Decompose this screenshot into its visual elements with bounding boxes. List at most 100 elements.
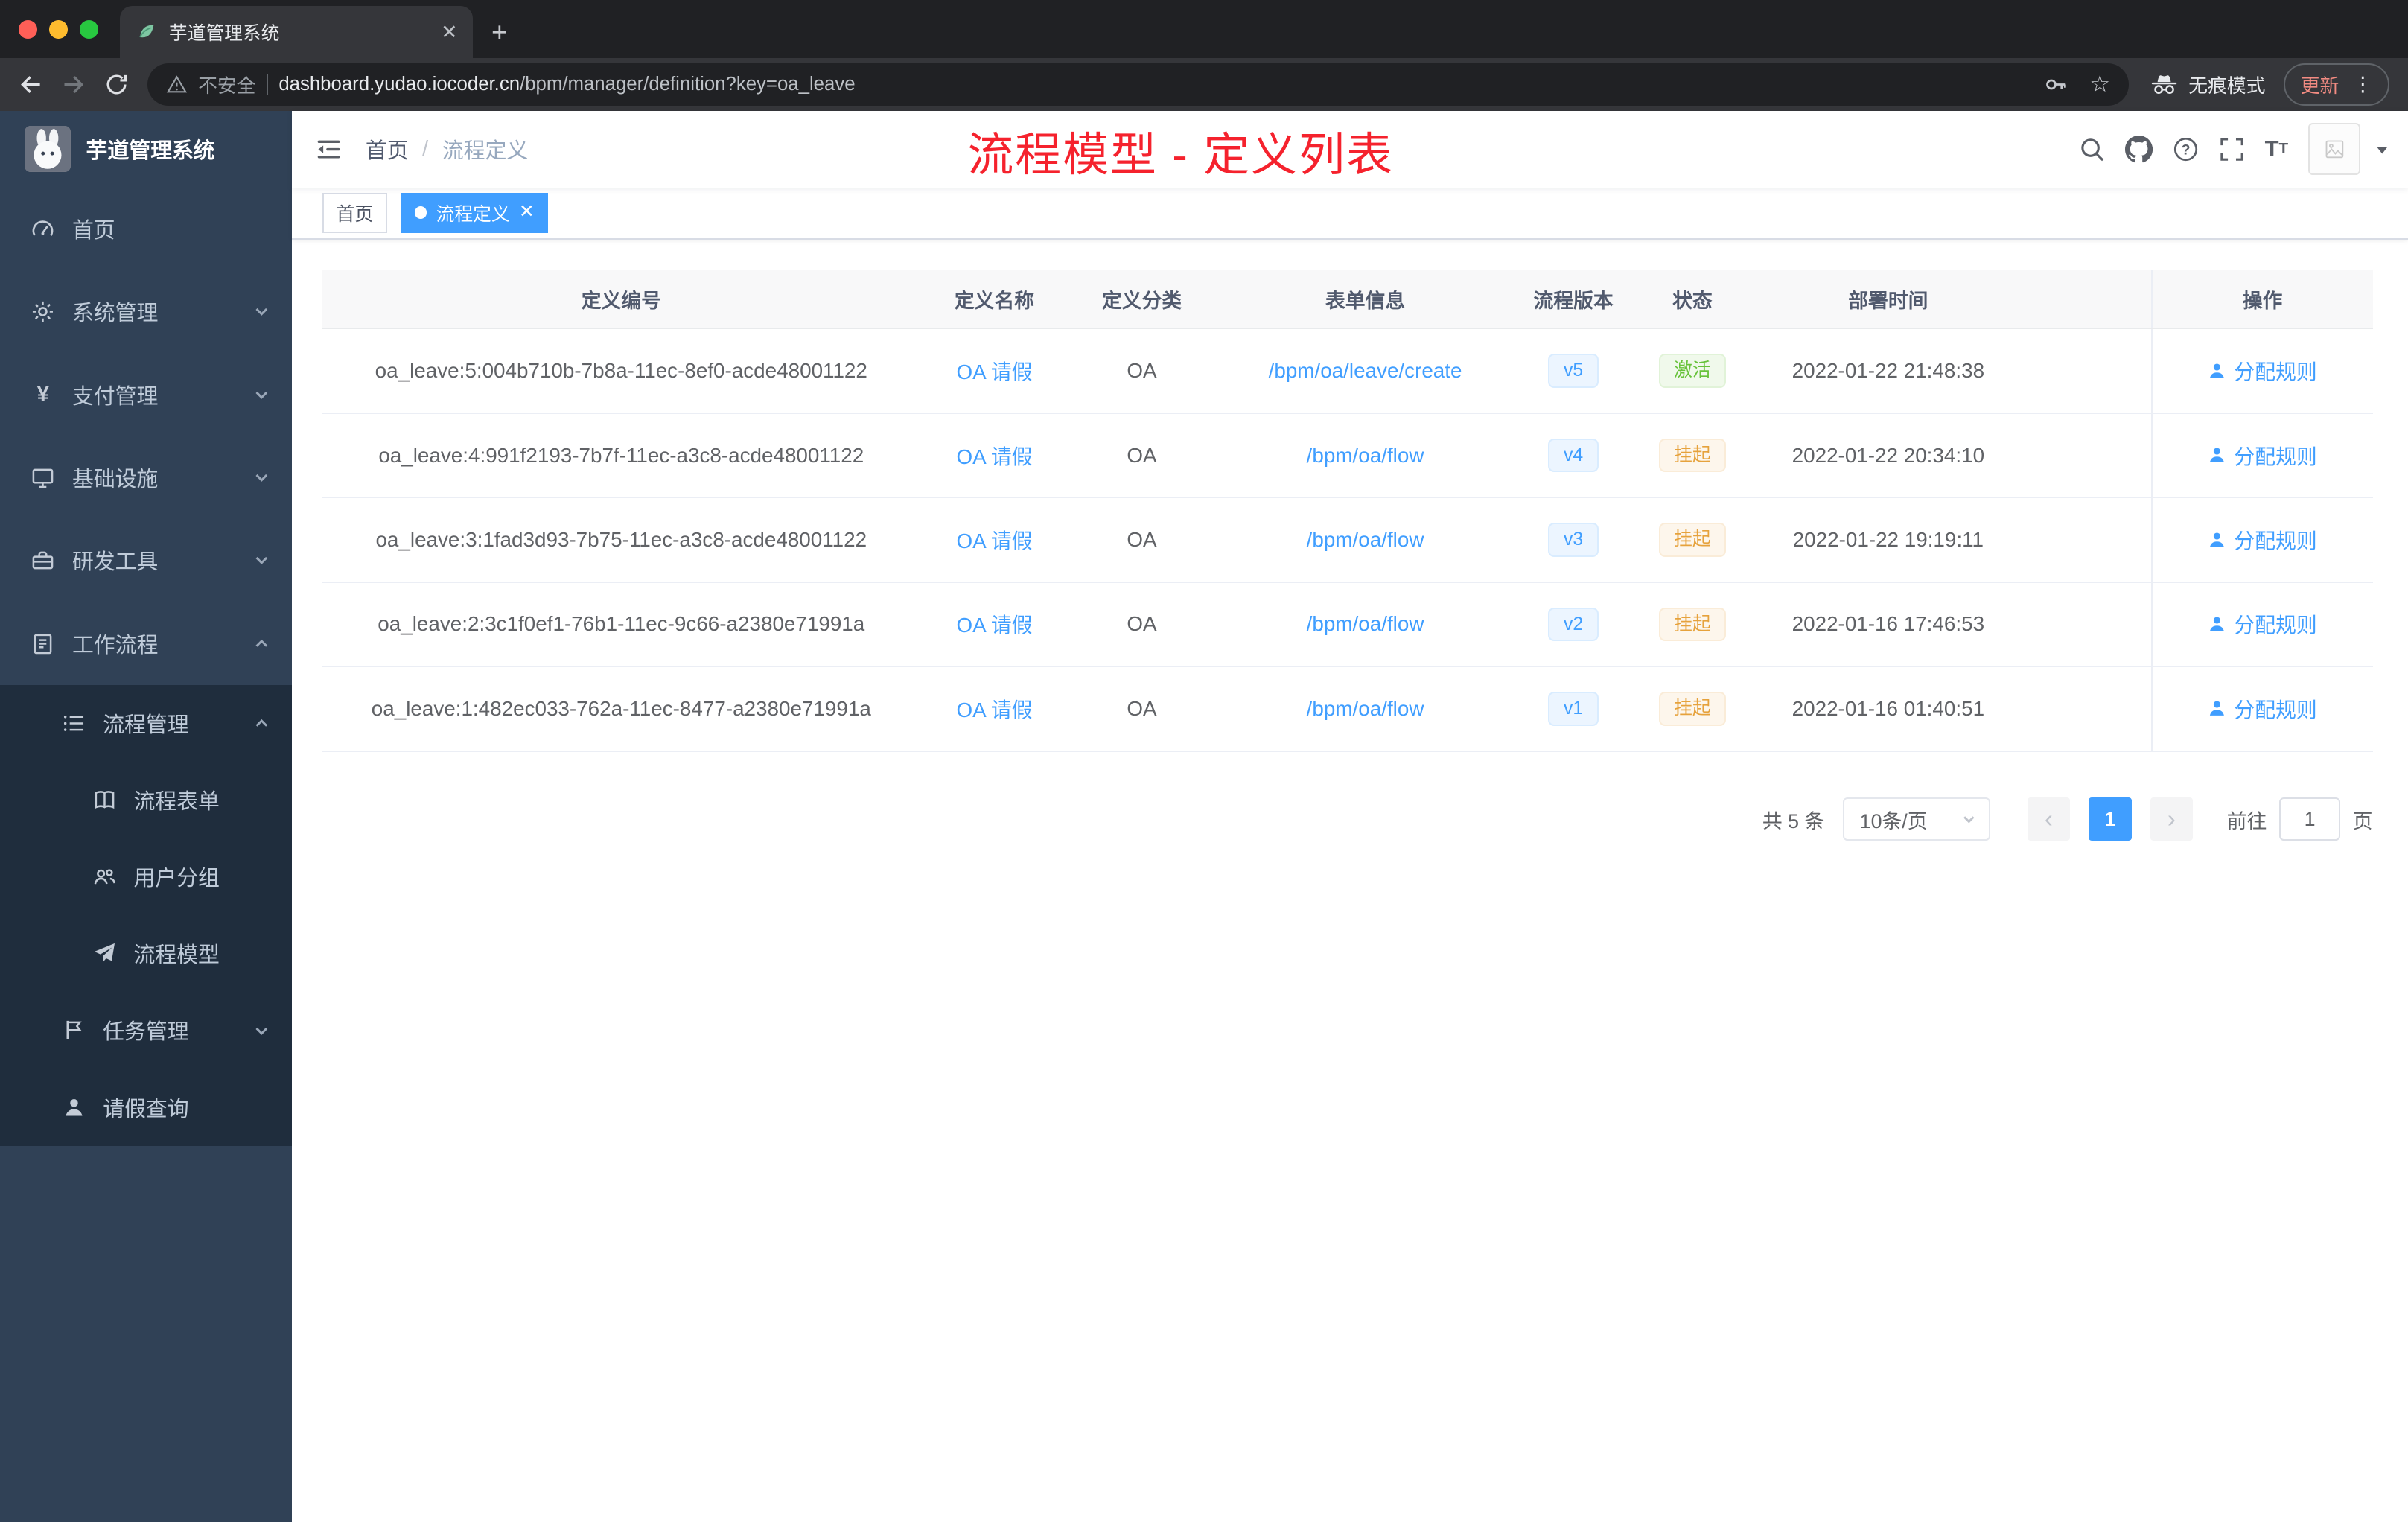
flag-icon: [62, 1019, 86, 1042]
bookmark-star-icon[interactable]: ☆: [2089, 71, 2110, 98]
sidebar-item-user-group[interactable]: 用户分组: [0, 838, 292, 915]
reload-button[interactable]: [95, 63, 138, 106]
definition-name-link[interactable]: OA 请假: [956, 698, 1032, 722]
version-badge: v3: [1548, 523, 1599, 557]
fullscreen-icon[interactable]: [2219, 136, 2245, 162]
back-button[interactable]: [9, 63, 52, 106]
url-bar[interactable]: 不安全 dashboard.yudao.iocoder.cn/bpm/manag…: [147, 63, 2129, 106]
goto-page-input[interactable]: [2278, 797, 2341, 841]
tag-home[interactable]: 首页: [322, 192, 387, 233]
sidebar-item-leave-query[interactable]: 请假查询: [0, 1069, 292, 1146]
cell-category: OA: [1068, 666, 1215, 752]
form-link[interactable]: /bpm/oa/flow: [1307, 528, 1424, 551]
sidebar-item-process-management[interactable]: 流程管理: [0, 685, 292, 762]
browser-tabstrip: 芋道管理系统 ✕ +: [0, 0, 2408, 59]
paper-plane-icon: [92, 942, 117, 965]
user-icon: [2210, 617, 2225, 631]
prev-page-button[interactable]: ‹: [2027, 797, 2071, 841]
status-badge: 挂起: [1658, 692, 1727, 726]
github-icon[interactable]: [2124, 135, 2153, 163]
sidebar-item-workflow[interactable]: 工作流程: [0, 602, 292, 685]
sidebar-item-task-management[interactable]: 任务管理: [0, 992, 292, 1069]
table-row: oa_leave:3:1fad3d93-7b75-11ec-a3c8-acde4…: [322, 497, 2373, 583]
column-header-deploy-time: 部署时间: [1754, 270, 2023, 330]
column-header-status: 状态: [1631, 270, 1754, 330]
cell-category: OA: [1068, 497, 1215, 583]
sidebar-toggle-icon[interactable]: [292, 136, 366, 163]
column-header-filler: [2022, 270, 2152, 330]
definition-name-link[interactable]: OA 请假: [956, 445, 1032, 468]
sidebar-item-process-form[interactable]: 流程表单: [0, 762, 292, 838]
url-text[interactable]: dashboard.yudao.iocoder.cn/bpm/manager/d…: [278, 74, 855, 95]
status-badge: 挂起: [1658, 438, 1727, 473]
browser-menu-icon[interactable]: ⋮: [2353, 74, 2373, 95]
sidebar-logo: 芋道管理系统: [0, 111, 292, 188]
sidebar-item-home[interactable]: 首页: [0, 188, 292, 270]
maximize-window-button[interactable]: [80, 19, 98, 39]
incognito-icon: [2150, 74, 2178, 95]
chevron-down-icon: [253, 303, 270, 320]
version-badge: v5: [1548, 354, 1599, 388]
font-size-icon[interactable]: TT: [2265, 136, 2288, 162]
book-icon: [92, 789, 117, 812]
breadcrumb-home[interactable]: 首页: [366, 134, 409, 165]
column-header-id: 定义编号: [322, 270, 920, 330]
favicon-icon: [136, 22, 157, 43]
forward-button[interactable]: [52, 63, 95, 106]
breadcrumb: 首页 / 流程定义: [366, 134, 528, 165]
assign-rule-button[interactable]: 分配规则: [2208, 694, 2317, 724]
user-icon: [2210, 448, 2225, 463]
table-header-row: 定义编号 定义名称 定义分类 表单信息 流程版本 状态 部署时间 操作: [322, 270, 2373, 330]
form-link[interactable]: /bpm/oa/flow: [1307, 697, 1424, 720]
assign-rule-button[interactable]: 分配规则: [2208, 356, 2317, 386]
search-icon[interactable]: [2079, 136, 2105, 162]
help-icon[interactable]: ?: [2173, 136, 2199, 162]
status-badge: 挂起: [1658, 607, 1727, 642]
chevron-down-icon: [253, 469, 270, 486]
security-warning-icon: [166, 74, 188, 95]
sidebar-item-devtools[interactable]: 研发工具: [0, 519, 292, 602]
tag-process-definition[interactable]: 流程定义 ✕: [401, 192, 549, 233]
sidebar-item-infrastructure[interactable]: 基础设施: [0, 436, 292, 519]
definition-name-link[interactable]: OA 请假: [956, 614, 1032, 637]
next-page-button[interactable]: ›: [2150, 797, 2194, 841]
sidebar-item-system[interactable]: 系统管理: [0, 270, 292, 353]
definition-name-link[interactable]: OA 请假: [956, 529, 1032, 553]
page-number-1[interactable]: 1: [2089, 797, 2132, 841]
page-size-select[interactable]: 10条/页: [1843, 797, 1991, 841]
tab-title: 芋道管理系统: [168, 24, 280, 45]
table-row: oa_leave:5:004b710b-7b8a-11ec-8ef0-acde4…: [322, 328, 2373, 414]
active-dot: [414, 206, 427, 219]
tag-close-icon[interactable]: ✕: [519, 203, 535, 222]
table-row: oa_leave:1:482ec033-762a-11ec-8477-a2380…: [322, 666, 2373, 752]
form-link[interactable]: /bpm/oa/flow: [1307, 444, 1424, 467]
form-link[interactable]: /bpm/oa/leave/create: [1269, 359, 1462, 382]
minimize-window-button[interactable]: [49, 19, 68, 39]
chevron-down-icon: [253, 552, 270, 569]
close-window-button[interactable]: [18, 19, 37, 39]
assign-rule-button[interactable]: 分配规则: [2208, 525, 2317, 555]
cell-deploy-time: 2022-01-16 17:46:53: [1754, 582, 2023, 668]
assign-rule-button[interactable]: 分配规则: [2208, 441, 2317, 471]
avatar[interactable]: [2307, 123, 2361, 176]
password-key-icon[interactable]: [2043, 72, 2068, 97]
form-link[interactable]: /bpm/oa/flow: [1307, 612, 1424, 635]
assign-rule-button[interactable]: 分配规则: [2208, 609, 2317, 639]
browser-toolbar: 不安全 dashboard.yudao.iocoder.cn/bpm/manag…: [0, 58, 2408, 111]
new-tab-button[interactable]: +: [473, 6, 526, 58]
page-annotation: 流程模型 - 定义列表: [967, 129, 1394, 181]
url-path: /bpm/manager/definition?key=oa_leave: [520, 73, 856, 95]
sidebar-item-payment[interactable]: ¥ 支付管理: [0, 353, 292, 436]
user-icon: [2210, 363, 2225, 378]
definition-name-link[interactable]: OA 请假: [956, 360, 1032, 383]
version-badge: v1: [1548, 692, 1599, 726]
sidebar-item-process-model[interactable]: 流程模型: [0, 915, 292, 992]
cell-definition-id: oa_leave:5:004b710b-7b8a-11ec-8ef0-acde4…: [322, 328, 920, 414]
cell-definition-id: oa_leave:2:3c1f0ef1-76b1-11ec-9c66-a2380…: [322, 582, 920, 668]
svg-text:?: ?: [2181, 141, 2190, 158]
tab-close-icon[interactable]: ✕: [441, 21, 457, 44]
browser-tab[interactable]: 芋道管理系统 ✕: [119, 6, 474, 59]
browser-update-button[interactable]: 更新 ⋮: [2284, 63, 2390, 106]
security-label[interactable]: 不安全: [198, 71, 255, 98]
chevron-down-icon: [1961, 812, 1977, 827]
